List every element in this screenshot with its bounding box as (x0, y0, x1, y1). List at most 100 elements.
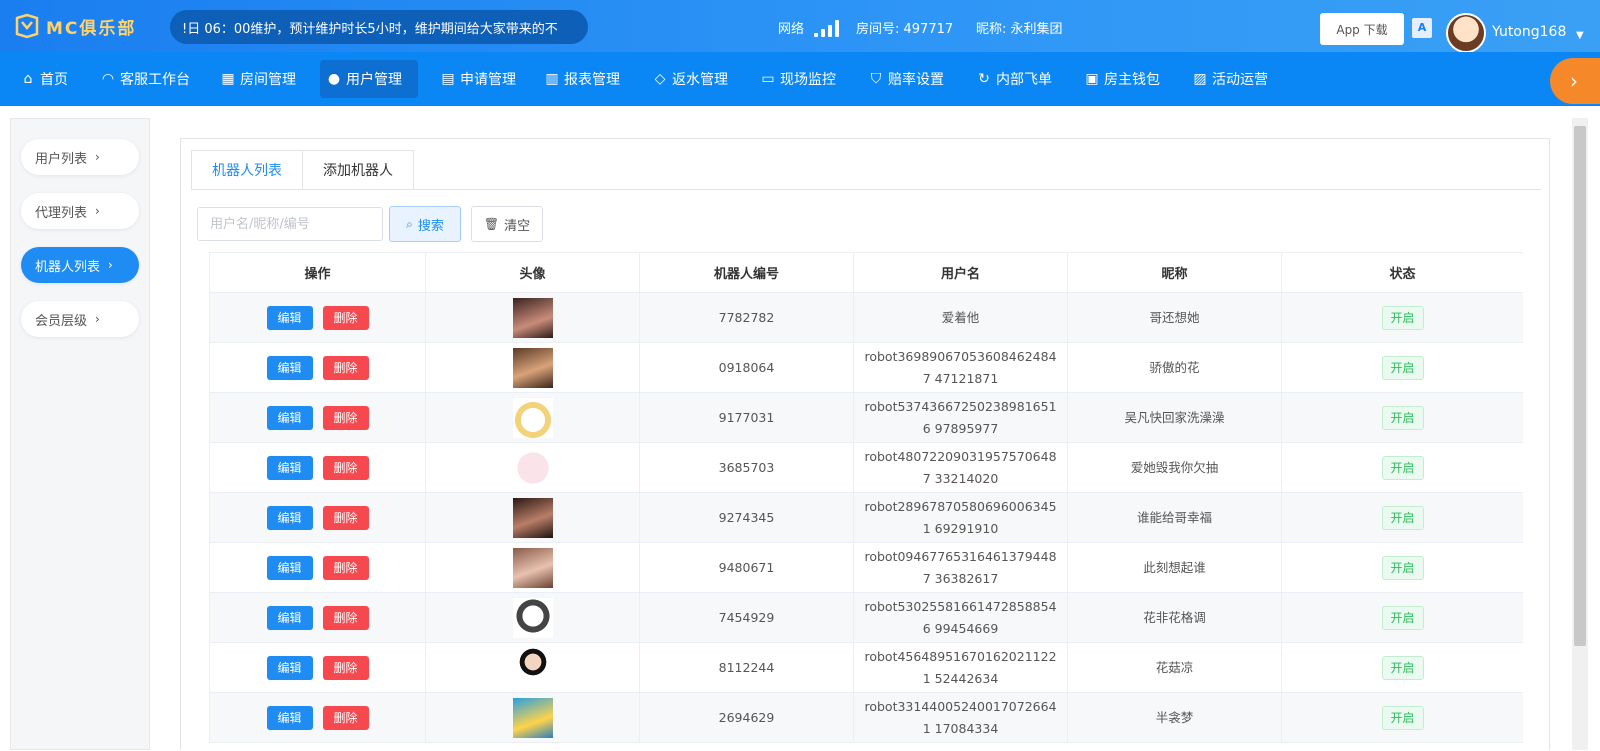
nav-item-users[interactable]: ● 用户管理 (320, 60, 418, 98)
sidebar: 用户列表 › 代理列表 › 机器人列表 › 会员层级 › (10, 118, 150, 750)
status-badge[interactable]: 开启 (1381, 505, 1424, 530)
delete-button[interactable]: 删除 (322, 305, 369, 330)
nickname-cell: 爱她毁我你欠抽 (1067, 442, 1282, 493)
avatar-cell (425, 692, 640, 743)
status-badge[interactable]: 开启 (1381, 455, 1424, 480)
actions-cell: 编辑 删除 (209, 692, 426, 743)
delete-button[interactable]: 删除 (322, 455, 369, 480)
nav-item-applications[interactable]: ▤ 申请管理 (434, 60, 522, 98)
chevron-down-icon[interactable]: ▼ (1576, 30, 1584, 41)
edit-button[interactable]: 编辑 (266, 355, 313, 380)
tab-robot-list[interactable]: 机器人列表 (191, 150, 303, 190)
nav-item-service[interactable]: ◠ 客服工作台 (94, 60, 196, 98)
status-badge[interactable]: 开启 (1381, 655, 1424, 680)
app-download-button[interactable]: App 下载 (1320, 13, 1404, 45)
table-row: 编辑 删除 9177031 robot537436672502389816516 97… (209, 392, 1523, 443)
edit-button[interactable]: 编辑 (266, 655, 313, 680)
search-input[interactable] (197, 207, 383, 241)
sidebar-item-member-levels[interactable]: 会员层级 › (21, 301, 139, 337)
clear-button[interactable]: 🗑 清空 (471, 206, 543, 242)
status-cell: 开启 (1281, 692, 1523, 743)
edit-button[interactable]: 编辑 (266, 305, 313, 330)
logo[interactable]: MC俱乐部 (14, 12, 136, 40)
edit-button[interactable]: 编辑 (266, 455, 313, 480)
edit-button[interactable]: 编辑 (266, 605, 313, 630)
delete-button[interactable]: 删除 (322, 605, 369, 630)
status-badge[interactable]: 开启 (1381, 355, 1424, 380)
nav-item-activities[interactable]: ▨ 活动运营 (1186, 60, 1274, 98)
delete-button[interactable]: 删除 (322, 505, 369, 530)
chevron-right-icon: › (95, 150, 100, 164)
status-cell: 开启 (1281, 642, 1523, 693)
nav-item-rebate[interactable]: ◇ 返水管理 (646, 60, 734, 98)
search-button[interactable]: ⌕ 搜索 (389, 206, 461, 242)
avatar[interactable] (1446, 13, 1486, 53)
tab-bar: 机器人列表 添加机器人 (191, 150, 414, 190)
sidebar-item-user-list[interactable]: 用户列表 › (21, 139, 139, 175)
status-cell: 开启 (1281, 392, 1523, 443)
username-cell: robot480722090319575706487 33214020 (853, 442, 1068, 493)
status-badge[interactable]: 开启 (1381, 405, 1424, 430)
refresh-icon: ↻ (978, 71, 990, 87)
room-number: 房间号: 497717 (856, 22, 954, 37)
actions-cell: 编辑 删除 (209, 392, 426, 443)
nav-item-internal-orders[interactable]: ↻ 内部飞单 (970, 60, 1058, 98)
nav-item-home[interactable]: ⌂ 首页 (14, 60, 74, 98)
username-cell: robot530255816614728588546 99454669 (853, 592, 1068, 643)
nickname-cell: 谁能给哥幸福 (1067, 492, 1282, 543)
tab-divider (191, 189, 1541, 190)
translate-icon[interactable]: A (1412, 18, 1432, 38)
chevron-right-icon: › (95, 312, 100, 326)
username-cell: robot094677653164613794487 36382617 (853, 542, 1068, 593)
avatar-cell (425, 442, 640, 493)
nav-label: 用户管理 (346, 72, 402, 88)
nav-item-wallet[interactable]: ▣ 房主钱包 (1078, 60, 1166, 98)
nav-label: 内部飞单 (996, 72, 1052, 88)
notice-text: !日 06：00维护，预计维护时长5小时，维护期间给大家带来的不 (182, 21, 558, 37)
delete-button[interactable]: 删除 (322, 705, 369, 730)
nav-label: 房间管理 (240, 72, 296, 88)
nav-item-reports[interactable]: ▥ 报表管理 (538, 60, 626, 98)
nav-label: 报表管理 (564, 72, 620, 88)
sidebar-item-robot-list[interactable]: 机器人列表 › (21, 247, 139, 283)
username[interactable]: Yutong168 (1492, 24, 1566, 40)
edit-button[interactable]: 编辑 (266, 405, 313, 430)
status-badge[interactable]: 开启 (1381, 705, 1424, 730)
delete-button[interactable]: 删除 (322, 555, 369, 580)
network-status: 网络 (778, 18, 842, 37)
nav-item-odds[interactable]: ⛉ 赔率设置 (862, 60, 950, 98)
sidebar-item-agent-list[interactable]: 代理列表 › (21, 193, 139, 229)
nav-label: 现场监控 (780, 72, 836, 88)
avatar-cell (425, 592, 640, 643)
nav-item-rooms[interactable]: ▦ 房间管理 (214, 60, 302, 98)
status-badge[interactable]: 开启 (1381, 305, 1424, 330)
delete-button[interactable]: 删除 (322, 355, 369, 380)
table-row: 编辑 删除 7782782 爱着他 哥还想她 开启 (209, 292, 1523, 343)
table-header-row: 操作 头像 机器人编号 用户名 昵称 状态 (209, 252, 1523, 293)
actions-cell: 编辑 删除 (209, 492, 426, 543)
nickname-cell: 骄傲的花 (1067, 342, 1282, 393)
nav-more-button[interactable]: › (1550, 58, 1600, 104)
edit-button[interactable]: 编辑 (266, 705, 313, 730)
home-icon: ⌂ (23, 71, 33, 87)
scrollbar-thumb[interactable] (1574, 126, 1586, 646)
chevron-right-icon: › (1570, 69, 1578, 93)
status-badge[interactable]: 开启 (1381, 605, 1424, 630)
column-header: 状态 (1281, 252, 1523, 293)
avatar-cell (425, 542, 640, 593)
delete-button[interactable]: 删除 (322, 655, 369, 680)
delete-button[interactable]: 删除 (322, 405, 369, 430)
bar-chart-icon: ▥ (545, 71, 559, 87)
nav-item-monitor[interactable]: ▭ 现场监控 (754, 60, 842, 98)
edit-button[interactable]: 编辑 (266, 555, 313, 580)
nickname-cell: 花菇凉 (1067, 642, 1282, 693)
tab-add-robot[interactable]: 添加机器人 (303, 150, 414, 190)
nav-label: 客服工作台 (120, 72, 190, 88)
table-row: 编辑 删除 9274345 robot289678705806960063451 69… (209, 492, 1523, 543)
status-badge[interactable]: 开启 (1381, 555, 1424, 580)
robot-number-cell: 0918064 (639, 342, 854, 393)
table-row: 编辑 删除 9480671 robot094677653164613794487 36… (209, 542, 1523, 593)
document-icon: ▤ (441, 71, 455, 87)
edit-button[interactable]: 编辑 (266, 505, 313, 530)
avatar (512, 547, 553, 588)
